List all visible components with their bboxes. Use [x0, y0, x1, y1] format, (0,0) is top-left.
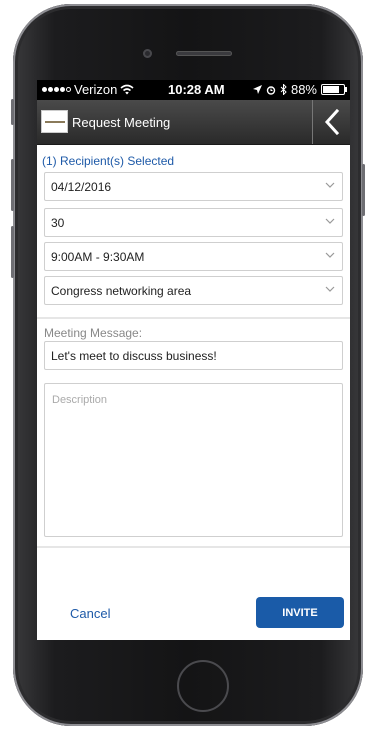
alarm-clock-icon — [266, 85, 276, 95]
location-value: Congress networking area — [51, 283, 192, 298]
location-arrow-icon — [252, 85, 262, 94]
signal-strength-icon — [42, 87, 71, 92]
duration-select[interactable]: 30 — [44, 208, 343, 237]
time-slot-select[interactable]: 9:00AM - 9:30AM — [44, 242, 343, 271]
app-logo-icon — [41, 110, 68, 133]
battery-level-fill — [323, 86, 339, 93]
time-slot-value: 9:00AM - 9:30AM — [51, 249, 145, 264]
bluetooth-icon — [280, 84, 287, 95]
status-time: 10:28 AM — [168, 82, 225, 97]
description-textarea[interactable]: Description — [44, 383, 343, 537]
app-screen: Verizon 10:28 AM 88% Request Meeting (1)… — [37, 80, 350, 640]
back-button[interactable] — [312, 100, 350, 144]
chevron-down-icon — [325, 218, 335, 224]
carrier-name: Verizon — [74, 82, 118, 97]
front-camera — [143, 49, 152, 58]
status-bar: Verizon 10:28 AM 88% — [37, 80, 350, 100]
chevron-down-icon — [325, 252, 335, 258]
carrier-signal: Verizon — [42, 82, 134, 97]
duration-value: 30 — [51, 215, 65, 230]
battery-icon — [321, 84, 347, 95]
page-title: Request Meeting — [72, 115, 171, 130]
meeting-message-label: Meeting Message: — [44, 326, 143, 340]
chevron-left-icon — [324, 109, 339, 135]
home-button[interactable] — [177, 660, 229, 712]
volume-up-button — [11, 159, 14, 211]
section-divider — [37, 317, 350, 319]
chevron-down-icon — [325, 286, 335, 292]
section-divider — [37, 546, 350, 548]
cancel-button[interactable]: Cancel — [70, 606, 110, 621]
status-indicators: 88% — [252, 82, 347, 97]
meeting-message-input[interactable]: Let's meet to discuss business! — [44, 341, 343, 370]
recipients-selected-label: (1) Recipient(s) Selected — [42, 154, 175, 168]
power-button — [362, 164, 365, 216]
date-value: 04/12/2016 — [51, 179, 112, 194]
volume-down-button — [11, 226, 14, 278]
earpiece-speaker — [176, 51, 232, 56]
date-select[interactable]: 04/12/2016 — [44, 172, 343, 201]
description-placeholder: Description — [52, 394, 108, 406]
invite-button[interactable]: INVITE — [256, 597, 344, 628]
wifi-icon — [120, 84, 134, 95]
meeting-message-value: Let's meet to discuss business! — [51, 348, 217, 363]
chevron-down-icon — [325, 182, 335, 188]
invite-button-label: INVITE — [282, 606, 318, 619]
location-select[interactable]: Congress networking area — [44, 276, 343, 305]
battery-percent: 88% — [290, 82, 317, 97]
silent-switch — [11, 99, 14, 125]
header-bar: Request Meeting — [37, 100, 350, 145]
